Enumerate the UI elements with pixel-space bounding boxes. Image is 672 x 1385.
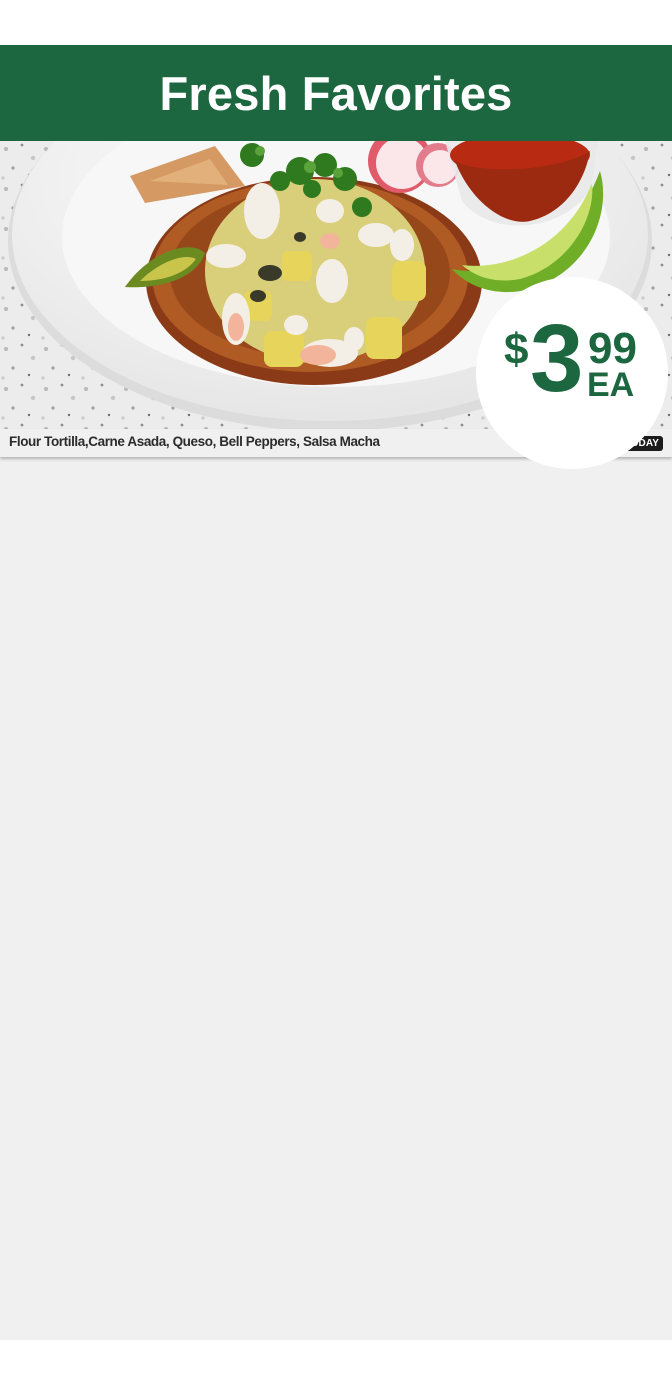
bottom-blank-area	[0, 1340, 672, 1385]
price-cents: 99	[588, 324, 637, 373]
top-blank-area	[0, 0, 672, 45]
price-currency: $	[504, 325, 529, 374]
price-tag: $ 3 99 EA	[476, 277, 668, 469]
promo-content: Fresh Favorites Flour Tortilla,Carne Asa…	[0, 45, 672, 1340]
header-banner: Fresh Favorites	[0, 45, 672, 141]
price-dollars: 3	[530, 305, 583, 412]
price-unit: EA	[587, 366, 635, 404]
page-title: Fresh Favorites	[159, 66, 513, 120]
promo-description: Flour Tortilla,Carne Asada, Queso, Bell …	[9, 434, 380, 449]
